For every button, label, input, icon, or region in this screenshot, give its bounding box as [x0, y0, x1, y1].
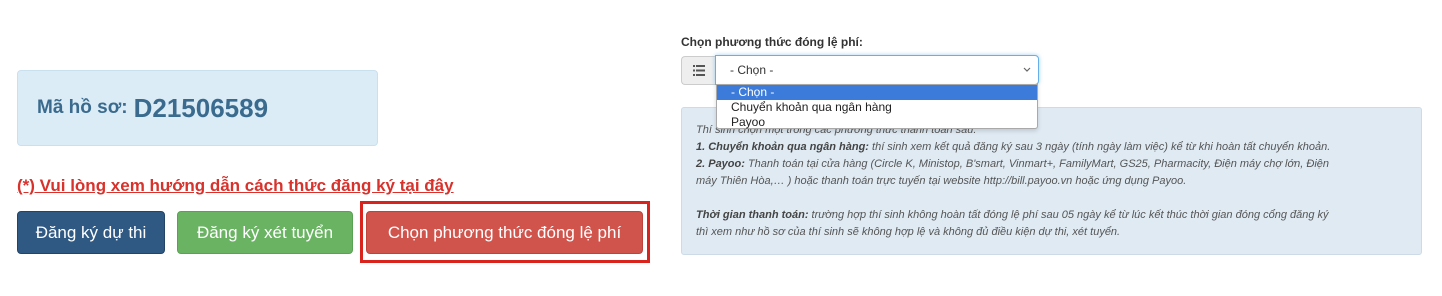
info-bank-text: thí sinh xem kết quả đăng ký sau 3 ngày … [868, 141, 1331, 153]
register-admission-button[interactable]: Đăng ký xét tuyển [177, 211, 353, 254]
record-id: D21506589 [133, 92, 269, 123]
info-time: Thời gian thanh toán: trường hợp thí sin… [696, 207, 1406, 224]
info-bank-title: 1. Chuyển khoản qua ngân hàng: [696, 141, 869, 153]
payment-method-select[interactable]: - Chọn - [715, 55, 1039, 85]
info-payoo: 2. Payoo: Thanh toán tại cửa hàng (Circl… [696, 156, 1406, 173]
register-exam-button[interactable]: Đăng ký dự thi [17, 211, 165, 254]
record-box: Mã hồ sơ: D21506589 [17, 70, 378, 146]
info-time-text-2: thì xem như hồ sơ của thí sinh sẽ không … [696, 226, 1121, 238]
guide-link[interactable]: (*) Vui lòng xem hướng dẫn cách thức đăn… [17, 176, 454, 196]
dropdown-option[interactable]: Chuyển khoản qua ngân hàng [717, 100, 1037, 115]
list-icon [681, 56, 716, 85]
info-payoo-title: 2. Payoo: [696, 158, 745, 170]
dropdown-option[interactable]: Payoo [717, 115, 1037, 130]
payment-method-dropdown: - Chọn - Chuyển khoản qua ngân hàng Payo… [716, 84, 1038, 129]
record-label: Mã hồ sơ: [37, 97, 128, 118]
dropdown-option[interactable]: - Chọn - [717, 85, 1037, 100]
info-bank: 1. Chuyển khoản qua ngân hàng: thí sinh … [696, 139, 1406, 156]
info-time-title: Thời gian thanh toán: [696, 209, 809, 221]
payment-method-selected: - Chọn - [730, 63, 774, 77]
info-payoo-text-2: máy Thiên Hòa,… ) hoặc thanh toán trực t… [696, 175, 1187, 187]
payment-method-label: Chọn phương thức đóng lệ phí: [681, 35, 863, 49]
choose-payment-button[interactable]: Chọn phương thức đóng lệ phí [366, 211, 643, 254]
chevron-down-icon [1023, 67, 1031, 72]
info-time-text-1: trường hợp thí sinh không hoàn tất đóng … [808, 209, 1329, 221]
info-payoo-text-1: Thanh toán tại cửa hàng (Circle K, Minis… [744, 158, 1329, 170]
